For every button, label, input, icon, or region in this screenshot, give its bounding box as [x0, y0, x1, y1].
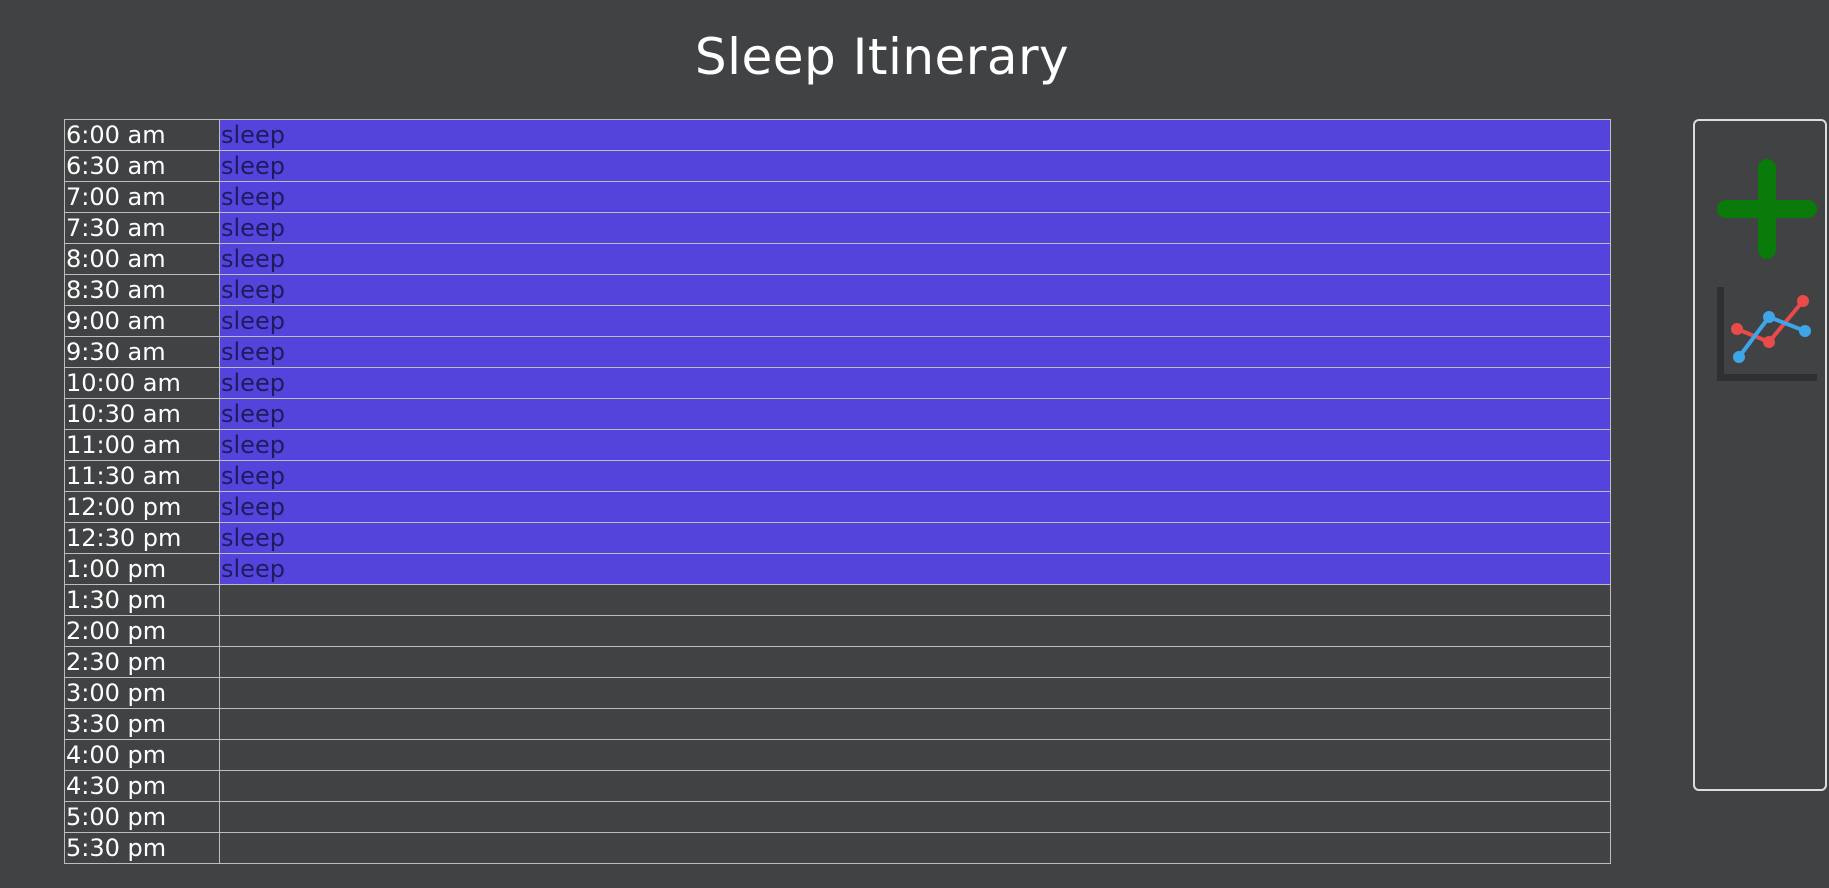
schedule-row: 1:00 pm sleep	[64, 553, 1611, 585]
schedule-row: 2:30 pm	[64, 646, 1611, 678]
schedule-row: 5:00 pm	[64, 801, 1611, 833]
time-cell: 9:00 am	[64, 305, 220, 337]
plus-icon	[1717, 159, 1817, 259]
time-cell: 12:00 pm	[64, 491, 220, 523]
schedule-row: 4:30 pm	[64, 770, 1611, 802]
schedule-row: 3:30 pm	[64, 708, 1611, 740]
activity-cell-empty[interactable]	[219, 770, 1611, 802]
time-cell: 3:30 pm	[64, 708, 220, 740]
view-chart-button[interactable]	[1717, 287, 1817, 381]
activity-cell-sleep[interactable]: sleep	[219, 119, 1611, 151]
time-cell: 11:00 am	[64, 429, 220, 461]
side-panel	[1693, 119, 1827, 791]
schedule-row: 6:00 am sleep	[64, 119, 1611, 151]
schedule-row: 7:00 am sleep	[64, 181, 1611, 213]
activity-cell-sleep[interactable]: sleep	[219, 429, 1611, 461]
schedule-row: 10:00 am sleep	[64, 367, 1611, 399]
schedule: 6:00 am sleep 6:30 am sleep 7:00 am sleep 7:30…	[64, 119, 1611, 864]
schedule-row: 8:30 am sleep	[64, 274, 1611, 306]
activity-cell-sleep[interactable]: sleep	[219, 274, 1611, 306]
time-cell: 5:30 pm	[64, 832, 220, 864]
activity-cell-sleep[interactable]: sleep	[219, 553, 1611, 585]
activity-cell-empty[interactable]	[219, 832, 1611, 864]
time-cell: 9:30 am	[64, 336, 220, 368]
time-cell: 2:00 pm	[64, 615, 220, 647]
activity-cell-sleep[interactable]: sleep	[219, 460, 1611, 492]
page: Sleep Itinerary 6:00 am sleep 6:30 am sleep…	[0, 0, 1829, 888]
time-cell: 4:30 pm	[64, 770, 220, 802]
schedule-table: 6:00 am sleep 6:30 am sleep 7:00 am sleep 7:30…	[64, 119, 1611, 864]
schedule-row: 11:30 am sleep	[64, 460, 1611, 492]
schedule-row: 9:00 am sleep	[64, 305, 1611, 337]
time-cell: 6:00 am	[64, 119, 220, 151]
page-title: Sleep Itinerary	[694, 28, 1070, 86]
activity-cell-sleep[interactable]: sleep	[219, 212, 1611, 244]
activity-cell-empty[interactable]	[219, 615, 1611, 647]
time-cell: 6:30 am	[64, 150, 220, 182]
schedule-row: 9:30 am sleep	[64, 336, 1611, 368]
activity-cell-sleep[interactable]: sleep	[219, 336, 1611, 368]
activity-cell-empty[interactable]	[219, 739, 1611, 771]
schedule-row: 12:00 pm sleep	[64, 491, 1611, 523]
activity-cell-sleep[interactable]: sleep	[219, 181, 1611, 213]
schedule-row: 10:30 am sleep	[64, 398, 1611, 430]
activity-cell-sleep[interactable]: sleep	[219, 150, 1611, 182]
activity-cell-empty[interactable]	[219, 708, 1611, 740]
activity-cell-empty[interactable]	[219, 677, 1611, 709]
schedule-row: 3:00 pm	[64, 677, 1611, 709]
time-cell: 8:30 am	[64, 274, 220, 306]
activity-cell-sleep[interactable]: sleep	[219, 522, 1611, 554]
activity-cell-empty[interactable]	[219, 646, 1611, 678]
time-cell: 1:00 pm	[64, 553, 220, 585]
time-cell: 2:30 pm	[64, 646, 220, 678]
activity-cell-sleep[interactable]: sleep	[219, 305, 1611, 337]
activity-cell-empty[interactable]	[219, 801, 1611, 833]
time-cell: 7:00 am	[64, 181, 220, 213]
activity-cell-sleep[interactable]: sleep	[219, 398, 1611, 430]
time-cell: 5:00 pm	[64, 801, 220, 833]
schedule-body: 6:00 am sleep 6:30 am sleep 7:00 am sleep 7:30…	[64, 119, 1611, 864]
time-cell: 11:30 am	[64, 460, 220, 492]
schedule-row: 6:30 am sleep	[64, 150, 1611, 182]
schedule-row: 11:00 am sleep	[64, 429, 1611, 461]
schedule-row: 2:00 pm	[64, 615, 1611, 647]
schedule-row: 1:30 pm	[64, 584, 1611, 616]
schedule-row: 12:30 pm sleep	[64, 522, 1611, 554]
time-cell: 3:00 pm	[64, 677, 220, 709]
add-entry-button[interactable]	[1717, 159, 1817, 259]
time-cell: 12:30 pm	[64, 522, 220, 554]
activity-cell-sleep[interactable]: sleep	[219, 491, 1611, 523]
time-cell: 8:00 am	[64, 243, 220, 275]
schedule-row: 7:30 am sleep	[64, 212, 1611, 244]
time-cell: 10:00 am	[64, 367, 220, 399]
time-cell: 4:00 pm	[64, 739, 220, 771]
activity-cell-sleep[interactable]: sleep	[219, 367, 1611, 399]
line-chart-icon	[1717, 287, 1817, 381]
time-cell: 1:30 pm	[64, 584, 220, 616]
time-cell: 10:30 am	[64, 398, 220, 430]
schedule-row: 4:00 pm	[64, 739, 1611, 771]
activity-cell-sleep[interactable]: sleep	[219, 243, 1611, 275]
schedule-row: 8:00 am sleep	[64, 243, 1611, 275]
activity-cell-empty[interactable]	[219, 584, 1611, 616]
time-cell: 7:30 am	[64, 212, 220, 244]
schedule-row: 5:30 pm	[64, 832, 1611, 864]
